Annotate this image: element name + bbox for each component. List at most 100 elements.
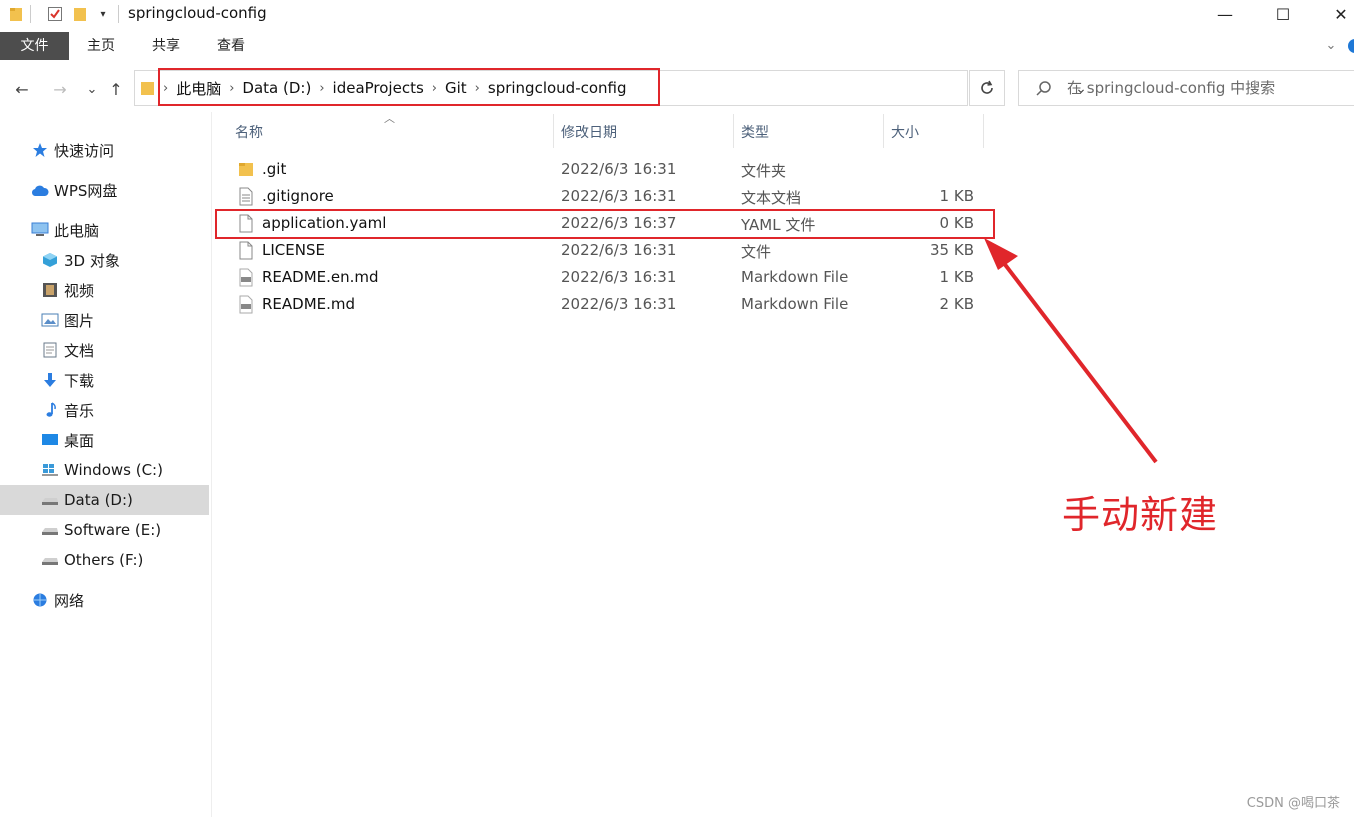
- sidebar-item-label: 网络: [54, 591, 85, 610]
- breadcrumb-separator[interactable]: ›: [159, 81, 172, 96]
- crumb-springcloud-config[interactable]: springcloud-config: [484, 79, 631, 97]
- forward-button[interactable]: →: [48, 78, 72, 100]
- sidebar-item-label: WPS网盘: [54, 181, 118, 200]
- search-input[interactable]: [1067, 77, 1347, 99]
- column-divider[interactable]: [883, 114, 884, 148]
- file-type: Markdown File: [741, 268, 849, 286]
- breadcrumb-separator[interactable]: ›: [225, 81, 238, 96]
- window-title: springcloud-config: [128, 4, 267, 22]
- file-row[interactable]: LICENSE 2022/6/3 16:31 文件 35 KB: [230, 237, 990, 264]
- sidebar-item[interactable]: 音乐: [0, 395, 209, 425]
- up-button[interactable]: ↑: [104, 78, 128, 100]
- file-type: 文件夹: [741, 162, 787, 180]
- tab-share[interactable]: 共享: [141, 32, 191, 60]
- recent-locations-button[interactable]: ⌄: [80, 78, 104, 100]
- file-date: 2022/6/3 16:31: [561, 295, 677, 313]
- folder-icon: [141, 81, 155, 96]
- sidebar-item[interactable]: 3D 对象: [0, 245, 209, 275]
- title-bar: ▾ springcloud-config — ☐ ✕: [0, 0, 1354, 30]
- sidebar-item-label: 下载: [64, 371, 95, 390]
- sidebar-item-label: 音乐: [64, 401, 95, 420]
- file-type: 文件: [741, 243, 772, 261]
- breadcrumb-separator[interactable]: ›: [315, 81, 328, 96]
- sidebar-item[interactable]: 下载: [0, 365, 209, 395]
- annotation-text: 手动新建: [1062, 493, 1219, 537]
- computer-icon: [30, 220, 50, 240]
- divider: [118, 5, 119, 23]
- file-type: 文本文档: [741, 189, 802, 207]
- tab-home[interactable]: 主页: [76, 32, 126, 60]
- sidebar-item[interactable]: 图片: [0, 305, 209, 335]
- address-bar[interactable]: › 此电脑 › Data (D:) › ideaProjects › Git ›…: [134, 70, 1087, 106]
- sidebar-item[interactable]: WPS网盘: [0, 175, 209, 205]
- column-header-type[interactable]: 类型: [741, 122, 769, 142]
- divider: [30, 5, 31, 23]
- sidebar-item[interactable]: Data (D:): [0, 485, 209, 515]
- file-row[interactable]: README.en.md 2022/6/3 16:31 Markdown File 1…: [230, 264, 990, 291]
- column-header-size[interactable]: 大小: [891, 122, 919, 142]
- file-row[interactable]: application.yaml 2022/6/3 16:37 YAML 文件 0 K…: [230, 210, 990, 237]
- music-icon: [40, 400, 60, 420]
- close-button[interactable]: ✕: [1312, 0, 1354, 28]
- sidebar-item-label: 桌面: [64, 431, 95, 450]
- network-icon: [30, 590, 50, 610]
- markdown-file-icon: [238, 295, 254, 314]
- file-date: 2022/6/3 16:37: [561, 214, 677, 232]
- customize-toolbar-icon[interactable]: ▾: [96, 5, 110, 23]
- sidebar-item[interactable]: 快速访问: [0, 135, 209, 165]
- column-divider[interactable]: [553, 114, 554, 148]
- expand-ribbon-icon[interactable]: ⌄: [1320, 32, 1342, 60]
- search-box[interactable]: [1018, 70, 1354, 106]
- document-icon: [40, 340, 60, 360]
- back-button[interactable]: ←: [10, 78, 34, 100]
- folder-icon: [238, 160, 254, 179]
- file-row[interactable]: README.md 2022/6/3 16:31 Markdown File 2 KB: [230, 291, 990, 318]
- file-name: application.yaml: [262, 214, 387, 232]
- refresh-icon: [981, 80, 993, 94]
- sidebar-item[interactable]: 网络: [0, 585, 209, 615]
- help-icon[interactable]: [1348, 39, 1354, 53]
- file-row[interactable]: .git 2022/6/3 16:31 文件夹: [230, 156, 990, 183]
- sidebar-item[interactable]: 此电脑: [0, 215, 209, 245]
- watermark: CSDN @喝口茶: [1246, 796, 1340, 811]
- sidebar-item[interactable]: Windows (C:): [0, 455, 209, 485]
- navigation-pane: 快速访问 WPS网盘此电脑 3D 对象 视频 图片 文档下载音乐桌面 Windows (C:…: [0, 112, 212, 817]
- file-date: 2022/6/3 16:31: [561, 187, 677, 205]
- picture-icon: [40, 310, 60, 330]
- column-divider[interactable]: [983, 114, 984, 148]
- breadcrumb: › 此电脑 › Data (D:) › ideaProjects › Git ›…: [135, 71, 631, 105]
- file-type: Markdown File: [741, 295, 849, 313]
- sidebar-item[interactable]: 桌面: [0, 425, 209, 455]
- sidebar-item[interactable]: 视频: [0, 275, 209, 305]
- file-name: README.md: [262, 295, 356, 313]
- properties-icon[interactable]: [46, 5, 64, 23]
- file-size: 0 KB: [939, 214, 974, 232]
- refresh-button[interactable]: [969, 70, 1005, 106]
- breadcrumb-separator[interactable]: ›: [428, 81, 441, 96]
- cube-icon: [40, 250, 60, 270]
- file-date: 2022/6/3 16:31: [561, 268, 677, 286]
- file-name: .gitignore: [262, 187, 334, 205]
- crumb-git[interactable]: Git: [441, 79, 471, 97]
- sidebar-item[interactable]: Software (E:): [0, 515, 209, 545]
- new-folder-icon[interactable]: [72, 5, 88, 23]
- breadcrumb-separator[interactable]: ›: [471, 81, 484, 96]
- sidebar-item[interactable]: Others (F:): [0, 545, 209, 575]
- tab-view[interactable]: 查看: [206, 32, 256, 60]
- ribbon-tabs: 文件 主页 共享 查看 ⌄: [0, 32, 1354, 62]
- sidebar-item-label: Others (F:): [64, 551, 144, 569]
- drive-icon: [40, 520, 60, 540]
- sidebar-item-label: Software (E:): [64, 521, 162, 539]
- sidebar-item[interactable]: 文档: [0, 335, 209, 365]
- crumb-data-drive[interactable]: Data (D:): [238, 79, 315, 97]
- file-row[interactable]: .gitignore 2022/6/3 16:31 文本文档 1 KB: [230, 183, 990, 210]
- crumb-this-pc[interactable]: 此电脑: [172, 78, 225, 99]
- column-divider[interactable]: [733, 114, 734, 148]
- maximize-button[interactable]: ☐: [1254, 0, 1312, 28]
- column-header-name[interactable]: 名称: [235, 122, 263, 142]
- minimize-button[interactable]: —: [1196, 0, 1254, 28]
- blank-file-icon: [238, 241, 254, 260]
- crumb-ideaprojects[interactable]: ideaProjects: [329, 79, 428, 97]
- tab-file[interactable]: 文件: [0, 32, 69, 60]
- column-header-date[interactable]: 修改日期: [561, 122, 617, 142]
